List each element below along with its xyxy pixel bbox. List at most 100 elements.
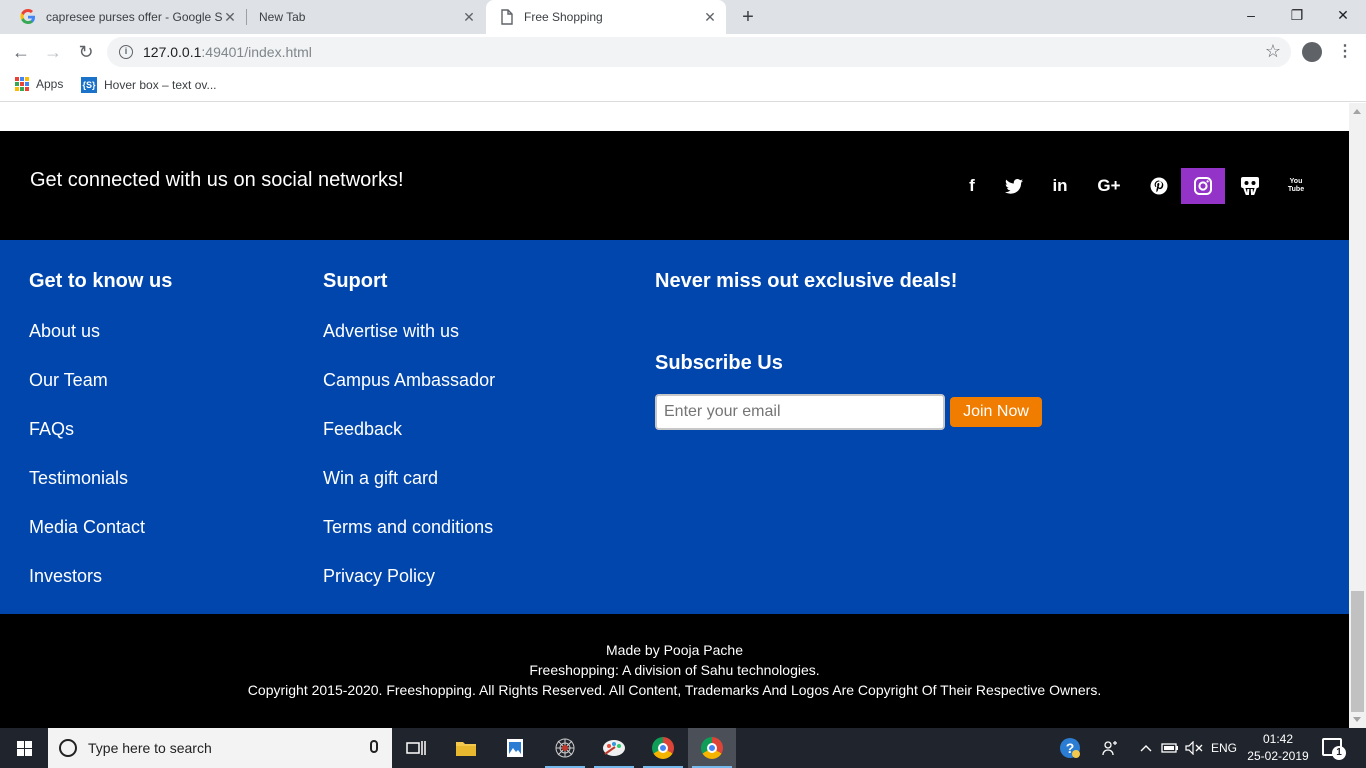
url-text[interactable]: 127.0.0.1:49401/index.html	[143, 44, 312, 60]
microphone-icon[interactable]	[370, 740, 378, 753]
footer-links-section: Get to know us About us Our Team FAQs Te…	[0, 240, 1349, 614]
footer-credits: Made by Pooja Pache Freeshopping: A divi…	[0, 614, 1349, 728]
paint-app-icon[interactable]	[590, 728, 638, 768]
page-scrollbar[interactable]	[1349, 103, 1366, 728]
division-text: Freeshopping: A division of Sahu technol…	[529, 662, 820, 678]
profile-avatar-icon[interactable]	[1302, 42, 1322, 62]
facebook-icon[interactable]: f	[950, 168, 994, 204]
tab-new-tab[interactable]: New Tab ✕	[247, 0, 485, 34]
our-team-link[interactable]: Our Team	[29, 370, 108, 391]
bookmark-star-icon[interactable]: ☆	[1265, 41, 1281, 62]
start-button[interactable]	[0, 728, 48, 768]
deals-heading: Never miss out exclusive deals!	[655, 270, 958, 292]
linkedin-icon[interactable]: in	[1038, 168, 1082, 204]
faqs-link[interactable]: FAQs	[29, 419, 74, 440]
page-icon	[501, 9, 513, 25]
tab-close-icon[interactable]: ✕	[222, 9, 238, 25]
back-arrow-icon[interactable]: ←	[9, 40, 33, 64]
subscribe-heading: Subscribe Us	[655, 352, 783, 374]
address-bar[interactable]: i 127.0.0.1:49401/index.html ☆	[107, 37, 1291, 67]
youtube-glyph: You Tube	[1287, 178, 1305, 193]
site-info-icon[interactable]: i	[119, 45, 133, 59]
action-center-icon[interactable]: 1	[1322, 738, 1346, 760]
spider-app-icon[interactable]	[541, 728, 589, 768]
privacy-policy-link[interactable]: Privacy Policy	[323, 566, 435, 587]
instagram-icon[interactable]	[1181, 168, 1225, 204]
taskbar-search-box[interactable]: Type here to search	[48, 728, 392, 768]
tab-title: New Tab	[259, 10, 306, 24]
taskbar-clock[interactable]: 01:42 25-02-2019	[1246, 731, 1310, 765]
twitter-icon[interactable]	[992, 168, 1036, 204]
clock-date: 25-02-2019	[1247, 749, 1309, 763]
chrome-icon[interactable]	[639, 728, 687, 768]
social-bar: Get connected with us on social networks…	[0, 131, 1349, 240]
tab-free-shopping[interactable]: Free Shopping ✕	[486, 0, 726, 34]
campus-ambassador-link[interactable]: Campus Ambassador	[323, 370, 495, 391]
reload-icon[interactable]: ↻	[74, 40, 98, 64]
windows-taskbar: Type here to search ? ENG 01:42 25-02-20…	[0, 728, 1366, 768]
close-window-button[interactable]: ✕	[1320, 0, 1366, 30]
chrome-active-icon[interactable]	[688, 728, 736, 768]
bookmark-label: Apps	[36, 77, 64, 91]
scroll-up-arrow-icon[interactable]	[1353, 109, 1361, 114]
investors-link[interactable]: Investors	[29, 566, 102, 587]
join-now-button[interactable]: Join Now	[950, 397, 1042, 427]
bookmarks-bar: Apps {S} Hover box – text ov...	[0, 70, 1366, 102]
scroll-down-arrow-icon[interactable]	[1353, 717, 1361, 722]
terms-link[interactable]: Terms and conditions	[323, 517, 493, 538]
minimize-button[interactable]: –	[1228, 0, 1274, 30]
tab-strip: capresee purses offer - Google S ✕ New T…	[0, 0, 1366, 34]
youtube-icon[interactable]: You Tube	[1274, 168, 1318, 204]
tab-close-icon[interactable]: ✕	[461, 9, 477, 25]
email-input[interactable]	[655, 394, 945, 430]
language-indicator[interactable]: ENG	[1208, 728, 1240, 768]
slideshare-icon[interactable]	[1228, 168, 1272, 204]
testimonials-link[interactable]: Testimonials	[29, 468, 128, 489]
social-heading: Get connected with us on social networks…	[30, 169, 404, 191]
tab-close-icon[interactable]: ✕	[702, 9, 718, 25]
tab-title: capresee purses offer - Google S	[46, 10, 222, 24]
google-icon	[20, 9, 35, 24]
help-icon[interactable]: ?	[1058, 728, 1082, 768]
google-plus-icon[interactable]: G+	[1087, 168, 1131, 204]
pinterest-icon[interactable]	[1137, 168, 1181, 204]
chrome-menu-icon[interactable]: ⋮	[1337, 42, 1353, 62]
bookmark-hover-box[interactable]: {S} Hover box – text ov...	[81, 77, 217, 93]
url-host: 127.0.0.1	[143, 44, 202, 60]
bookmark-label: Hover box – text ov...	[104, 78, 217, 92]
scroll-thumb[interactable]	[1351, 591, 1364, 712]
gift-card-link[interactable]: Win a gift card	[323, 468, 438, 489]
url-path: :49401/index.html	[201, 44, 312, 60]
page-viewport: Get connected with us on social networks…	[0, 103, 1349, 728]
photos-icon[interactable]	[491, 728, 539, 768]
people-icon[interactable]	[1100, 728, 1120, 768]
cortana-icon	[59, 739, 77, 757]
bookmark-apps[interactable]: Apps	[15, 77, 63, 91]
advertise-link[interactable]: Advertise with us	[323, 321, 459, 342]
task-view-icon[interactable]	[392, 728, 440, 768]
search-placeholder: Type here to search	[88, 740, 212, 756]
show-hidden-icons-icon[interactable]	[1138, 728, 1154, 768]
copyright-text: Copyright 2015-2020. Freeshopping. All R…	[247, 682, 1102, 698]
file-explorer-icon[interactable]	[442, 728, 490, 768]
apps-grid-icon	[15, 77, 29, 91]
about-us-link[interactable]: About us	[29, 321, 100, 342]
chrome-logo	[701, 737, 723, 759]
battery-icon[interactable]	[1160, 728, 1180, 768]
windows-logo-icon	[16, 740, 32, 756]
volume-muted-icon[interactable]	[1184, 728, 1204, 768]
hoverbox-site-icon: {S}	[81, 77, 97, 93]
maximize-button[interactable]: ❐	[1274, 0, 1320, 30]
media-contact-link[interactable]: Media Contact	[29, 517, 145, 538]
tab-google-search[interactable]: capresee purses offer - Google S ✕	[8, 0, 246, 34]
feedback-link[interactable]: Feedback	[323, 419, 402, 440]
made-by-text: Made by Pooja Pache	[606, 642, 743, 658]
clock-time: 01:42	[1262, 732, 1294, 746]
notification-count: 1	[1332, 746, 1346, 760]
forward-arrow-icon[interactable]: →	[41, 40, 65, 64]
support-heading: Suport	[323, 270, 388, 292]
chrome-logo	[652, 737, 674, 759]
get-to-know-us-heading: Get to know us	[29, 270, 173, 292]
new-tab-button[interactable]: +	[738, 6, 758, 28]
browser-toolbar: ← → ↻ i 127.0.0.1:49401/index.html ☆ ⋮	[0, 34, 1366, 70]
